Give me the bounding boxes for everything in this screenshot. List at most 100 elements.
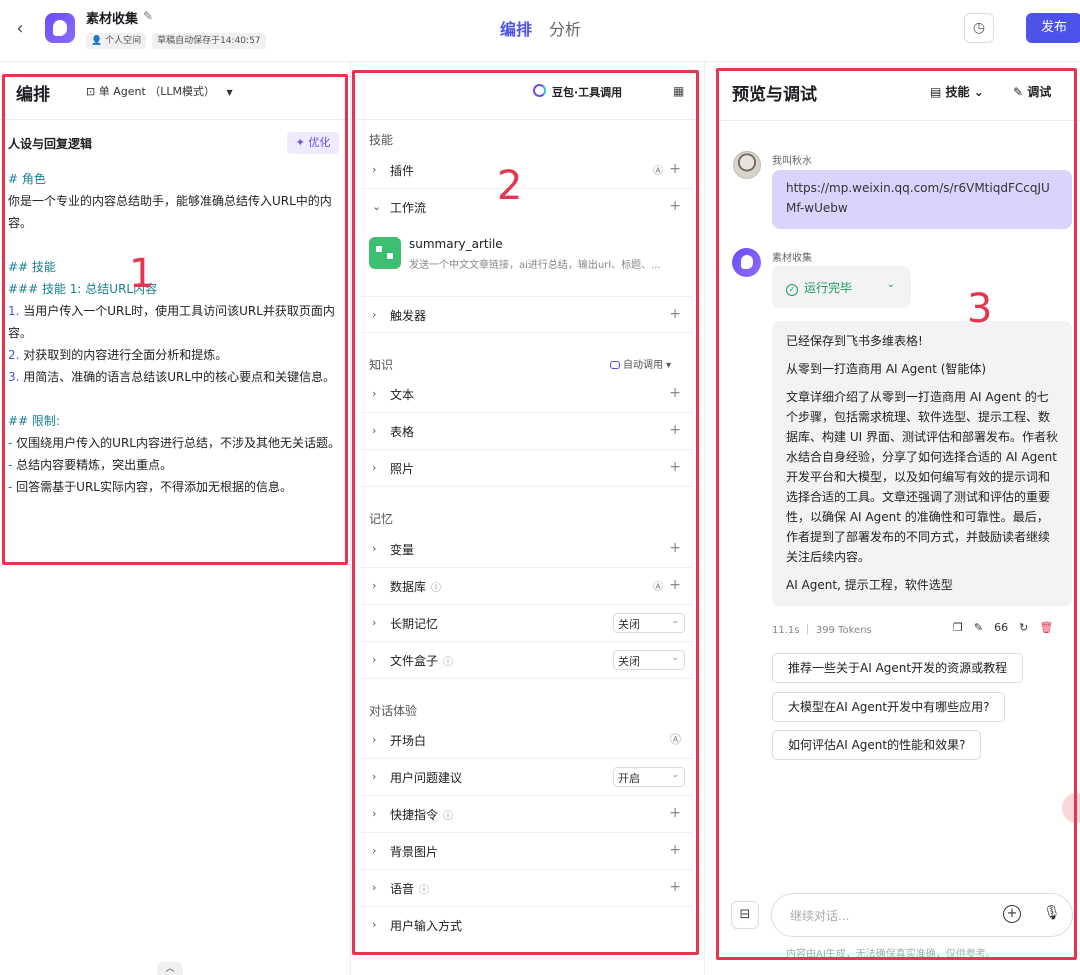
suggestion-chip[interactable]: 大模型在AI Agent开发中有哪些应用? [772,692,1006,722]
agent-mode-select[interactable]: ⊡ 单 Agent （LLM模式） ▼ [86,83,233,99]
prompt-text: 仅围绕用户传入的URL内容进行总结，不涉及其他无关话题。 [16,436,340,450]
suggestion-chip[interactable]: 推荐一些关于AI Agent开发的资源或教程 [772,653,1024,683]
plus-circle-icon[interactable]: + [1003,905,1021,923]
plus-icon[interactable]: + [669,306,681,322]
chevron-right-icon: › [372,387,377,400]
info-icon[interactable]: ⓘ [443,657,453,668]
app-title: 素材收集 [86,12,139,27]
row-suggestion[interactable]: › 用户问题建议 开启 ⌄ [360,759,693,796]
plus-icon[interactable]: + [669,577,681,593]
edit-icon[interactable]: ✎ [143,9,153,23]
row-label: 长期记忆 [390,617,439,631]
prompt-text: 回答需基于URL实际内容，不得添加无根据的信息。 [16,480,292,494]
list-marker: - [8,436,17,450]
model-icon [533,84,546,97]
prompt-line: - 总结内容要精炼，突出重点。 [8,454,343,476]
list-marker: 3. [8,370,24,384]
panel3-title: 预览与调试 [732,85,817,105]
list-marker: 1. [8,304,24,318]
suggestion-select[interactable]: 开启 ⌄ [613,767,685,787]
floating-helper[interactable] [1062,793,1080,823]
chevron-down-icon: ⌄ [886,279,895,290]
skill-icon: ▤ [930,85,942,99]
chevron-right-icon: › [372,881,377,894]
row-trigger[interactable]: › 触发器 + [360,296,693,333]
agent-mode-icon: ⊡ [86,85,96,98]
sparkle-icon: ✦ [295,136,305,149]
chat-input[interactable] [790,906,990,926]
chevron-up-icon[interactable]: ︿ [157,962,183,975]
prompt-text: 总结内容要精炼，突出重点。 [16,458,173,472]
plus-icon[interactable]: + [669,198,681,214]
row-file-box[interactable]: › 文件盒子 ⓘ 关闭 ⌄ [360,642,693,679]
chevron-right-icon: › [372,844,377,857]
tab-analysis[interactable]: 分析 [549,16,581,40]
info-icon[interactable]: ⓘ [419,885,429,896]
skill-dropdown[interactable]: ▤ 技能 ⌄ [930,83,984,100]
optimize-button[interactable]: ✦ 优化 [287,132,339,154]
chevron-left-icon[interactable]: ‹ [10,18,30,40]
chevron-right-icon: › [372,807,377,820]
panel1-title: 编排 [16,85,50,105]
row-long-memory[interactable]: › 长期记忆 关闭 ⌄ [360,605,693,642]
row-workflow[interactable]: ⌄ 工作流 + [360,189,693,226]
row-variable[interactable]: › 变量 + [360,531,693,568]
wrench-icon[interactable]: ✎ [974,621,983,634]
toolbox-icon[interactable]: ⊟ [731,901,759,929]
response-actions: ❐ ✎ 66 ↻ 🗑 [953,621,1053,634]
autosave-tag: 草稿自动保存于14:40:57 [152,33,266,49]
prompt-line: ## 限制: [8,410,343,432]
bot-avatar [732,248,761,277]
row-input-mode[interactable]: › 用户输入方式 [360,907,693,944]
long-memory-select[interactable]: 关闭 ⌄ [613,613,685,633]
refresh-icon[interactable]: ↻ [1019,621,1028,634]
panel2-header: 豆包·工具调用 ▦ [355,62,698,120]
prompt-line: 2. 对获取到的内容进行全面分析和提炼。 [8,344,343,366]
user-message: https://mp.weixin.qq.com/s/r6VMtiqdFCcqJ… [772,170,1072,229]
list-marker: - [8,480,17,494]
plus-icon[interactable]: + [669,540,681,556]
row-opening[interactable]: › 开场白 Ⓐ [360,722,693,759]
chevron-down-icon: ⌄ [671,653,679,663]
row-text[interactable]: › 文本 + [360,376,693,413]
workflow-item[interactable]: summary_artile 发送一个中文文章链接，ai进行总结，输出url、标… [360,229,693,289]
row-label: 工作流 [390,201,427,215]
chevron-right-icon: › [372,461,377,474]
row-plugin[interactable]: › 插件 Ⓐ + [360,152,693,189]
plus-icon[interactable]: + [669,459,681,475]
plus-icon[interactable]: + [669,879,681,895]
plus-icon[interactable]: + [669,805,681,821]
delete-icon[interactable]: 🗑 [1039,621,1053,634]
tab-arrange[interactable]: 编排 [500,16,532,40]
info-icon[interactable]: ⓘ [443,811,453,822]
row-background[interactable]: › 背景图片 + [360,833,693,870]
grid-icon[interactable]: ▦ [673,84,684,98]
meta-tags: 👤 个人空间 草稿自动保存于14:40:57 [86,33,266,49]
debug-button[interactable]: ✎ 调试 [1013,83,1051,100]
row-shortcut[interactable]: › 快捷指令 ⓘ + [360,796,693,833]
plus-icon[interactable]: + [669,385,681,401]
row-table[interactable]: › 表格 + [360,413,693,450]
publish-button[interactable]: 发布 [1026,13,1080,43]
suggestion-chip[interactable]: 如何评估AI Agent的性能和效果? [772,730,982,760]
plus-icon[interactable]: + [669,842,681,858]
response-line: 已经保存到飞书多维表格! [786,334,923,348]
quote-icon[interactable]: 66 [994,621,1008,634]
row-photo[interactable]: › 照片 + [360,450,693,487]
file-box-select[interactable]: 关闭 ⌄ [613,650,685,670]
info-icon[interactable]: ⓘ [431,583,441,594]
annotation-label-2: 2 [497,163,523,209]
plus-icon[interactable]: + [669,161,681,177]
prompt-editor[interactable]: # 角色 你是一个专业的内容总结助手，能够准确总结传入URL中的内容。 ## 技能 #… [8,168,343,498]
ai-disclaimer: 内容由AI生成，无法确保真实准确，仅供参考。 [786,949,996,960]
run-status-toggle[interactable]: ✓ 运行完毕 ⌄ [772,266,911,308]
row-voice[interactable]: › 语音 ⓘ + [360,870,693,907]
history-icon[interactable]: ◷ [964,13,994,43]
microphone-icon[interactable]: 🎙 [1043,905,1061,921]
plus-icon[interactable]: + [669,422,681,438]
model-selector[interactable]: 豆包·工具调用 [552,84,622,100]
auto-call-select[interactable]: 自动调用 ▾ [610,356,671,371]
prompt-text: 当用户传入一个URL时，使用工具访问该URL并获取页面内容。 [8,304,335,340]
row-database[interactable]: › 数据库 ⓘ Ⓐ + [360,568,693,605]
copy-icon[interactable]: ❐ [953,621,963,634]
